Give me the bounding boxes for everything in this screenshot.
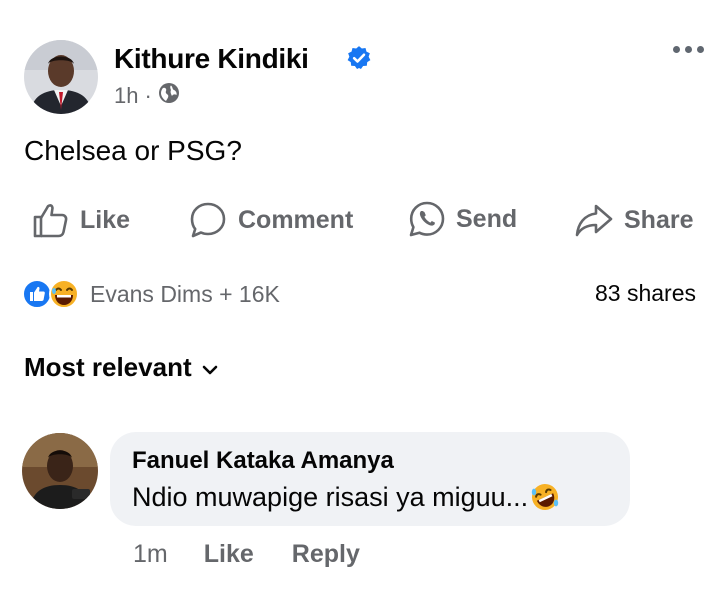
chevron-down-icon [202, 352, 218, 383]
globe-icon [158, 82, 180, 110]
comment-like-button[interactable]: Like [204, 540, 254, 569]
author-avatar[interactable] [24, 40, 98, 114]
author-name[interactable]: Kithure Kindiki [114, 43, 309, 75]
reaction-icons [22, 278, 84, 310]
post-text: Chelsea or PSG? [24, 135, 242, 166]
comment-bubble: Fanuel Kataka Amanya Ndio muwapige risas… [110, 432, 630, 526]
post-time[interactable]: 1h [114, 83, 138, 109]
send-label: Send [456, 204, 518, 233]
comment-sort-dropdown[interactable]: Most relevant [24, 352, 218, 383]
commenter-avatar[interactable] [22, 433, 98, 509]
whatsapp-icon [408, 200, 446, 238]
post-header: Kithure Kindiki 1h · [24, 40, 704, 120]
comment-button[interactable]: Comment [188, 200, 353, 240]
like-label: Like [80, 205, 131, 234]
comment-reply-button[interactable]: Reply [292, 540, 360, 569]
thumbs-up-icon [30, 200, 70, 240]
comment-text-row: Ndio muwapige risasi ya miguu... [132, 482, 560, 519]
reactions-summary[interactable]: Evans Dims + 16K [22, 278, 280, 310]
comment-bubble-icon [188, 200, 228, 240]
share-label: Share [624, 205, 694, 234]
comment-meta: 1m Like Reply [133, 540, 398, 569]
like-button[interactable]: Like [30, 200, 130, 240]
commenter-name[interactable]: Fanuel Kataka Amanya [132, 447, 394, 475]
share-arrow-icon [574, 200, 614, 240]
sort-label: Most relevant [24, 352, 192, 382]
meta-separator: · [144, 83, 152, 108]
share-button[interactable]: Share [574, 200, 693, 240]
rolling-laughing-emoji-icon [530, 482, 560, 519]
verified-badge-icon [346, 45, 372, 71]
reactions-count: Evans Dims + 16K [90, 280, 280, 307]
action-bar: Like Comment Send Share [0, 200, 720, 252]
shares-count[interactable]: 83 shares [595, 280, 696, 307]
comment-label: Comment [238, 205, 354, 234]
comment-text: Ndio muwapige risasi ya miguu... [132, 482, 529, 512]
more-options-icon[interactable] [673, 46, 704, 53]
comment-time[interactable]: 1m [133, 540, 168, 569]
send-button[interactable]: Send [408, 200, 517, 238]
post-meta: 1h · [114, 82, 180, 110]
